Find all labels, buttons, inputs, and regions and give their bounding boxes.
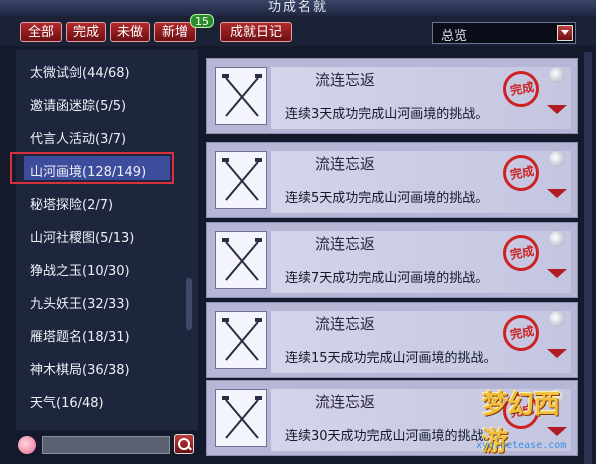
sidebar-item-jiutou[interactable]: 九头妖王(32/33) — [30, 293, 130, 312]
tab-new[interactable]: 新增 — [154, 22, 196, 42]
tab-achievement-diary[interactable]: 成就日记 — [220, 22, 292, 42]
achievement-card[interactable]: 流连忘返 连续15天成功完成山河画境的挑战。 完成 — [206, 302, 578, 378]
category-sidebar: 太微试剑(44/68) 邀请函迷踪(5/5) 代言人活动(3/7) 山河画境(1… — [10, 50, 198, 430]
achievement-title: 流连忘返 — [315, 315, 376, 333]
sidebar-item-invitation[interactable]: 邀请函迷踪(5/5) — [30, 95, 126, 114]
window-title: 功成名就 — [267, 0, 328, 15]
overview-dropdown[interactable]: 总览 — [432, 22, 576, 44]
crossed-swords-icon — [215, 151, 267, 209]
achievement-description: 连续3天成功完成山河画境的挑战。 — [285, 107, 489, 122]
completed-seal-icon: 完成 — [503, 71, 539, 107]
achievement-title: 流连忘返 — [315, 155, 376, 173]
sidebar-item-spokesperson[interactable]: 代言人活动(3/7) — [30, 128, 126, 147]
tab-completed[interactable]: 完成 — [66, 22, 106, 42]
expand-arrow-icon[interactable] — [547, 349, 567, 358]
achievement-card[interactable]: 流连忘返 连续5天成功完成山河画境的挑战。 完成 — [206, 142, 578, 218]
list-scrollbar[interactable] — [584, 52, 592, 464]
tab-not-done[interactable]: 未做 — [110, 22, 150, 42]
sidebar-item-shanhe-huajing[interactable]: 山河画境(128/149) — [30, 161, 146, 180]
achievement-title: 流连忘返 — [315, 393, 376, 411]
crossed-swords-icon — [215, 231, 267, 289]
expand-arrow-icon[interactable] — [547, 105, 567, 114]
crossed-swords-icon — [215, 67, 267, 125]
achievement-description: 连续5天成功完成山河画境的挑战。 — [285, 191, 489, 206]
achievement-title: 流连忘返 — [315, 235, 376, 253]
achievement-description: 连续15天成功完成山河画境的挑战。 — [285, 351, 497, 366]
logo-url: xyq.netease.com — [476, 440, 567, 451]
achievement-title: 流连忘返 — [315, 71, 376, 89]
expand-arrow-icon[interactable] — [547, 269, 567, 278]
sidebar-item-yanta[interactable]: 雁塔题名(18/31) — [30, 326, 130, 345]
completed-seal-icon: 完成 — [503, 235, 539, 271]
sidebar-item-zhengzhan[interactable]: 狰战之玉(10/30) — [30, 260, 130, 279]
search-input[interactable] — [42, 436, 170, 454]
achievement-card[interactable]: 流连忘返 连续3天成功完成山河画境的挑战。 完成 — [206, 58, 578, 134]
sidebar-item-taiwei[interactable]: 太微试剑(44/68) — [30, 62, 130, 81]
achievement-description: 连续7天成功完成山河画境的挑战。 — [285, 271, 489, 286]
dropdown-value: 总览 — [441, 29, 468, 44]
sidebar-item-shenmu[interactable]: 神木棋局(36/38) — [30, 359, 130, 378]
sidebar-item-weather[interactable]: 天气(16/48) — [30, 392, 104, 411]
tab-all[interactable]: 全部 — [20, 22, 62, 42]
completed-seal-icon: 完成 — [503, 155, 539, 191]
pearl-icon — [549, 151, 565, 167]
game-logo: 梦幻西游 xyq.netease.com — [454, 380, 584, 460]
sidebar-scrollbar[interactable] — [186, 278, 192, 330]
pearl-icon — [549, 311, 565, 327]
completed-seal-icon: 完成 — [503, 315, 539, 351]
expand-arrow-icon[interactable] — [547, 189, 567, 198]
sidebar-item-shanhe-sheji[interactable]: 山河社稷图(5/13) — [30, 227, 134, 246]
new-count-badge: 15 — [190, 14, 214, 28]
sidebar-item-mita[interactable]: 秘塔探险(2/7) — [30, 194, 113, 213]
achievement-card[interactable]: 流连忘返 连续7天成功完成山河画境的挑战。 完成 — [206, 222, 578, 298]
search-button[interactable] — [174, 434, 194, 454]
crossed-swords-icon — [215, 389, 267, 447]
pearl-icon — [549, 67, 565, 83]
chevron-down-icon[interactable] — [557, 25, 573, 41]
pearl-icon — [549, 231, 565, 247]
crossed-swords-icon — [215, 311, 267, 369]
peach-icon — [18, 436, 36, 454]
